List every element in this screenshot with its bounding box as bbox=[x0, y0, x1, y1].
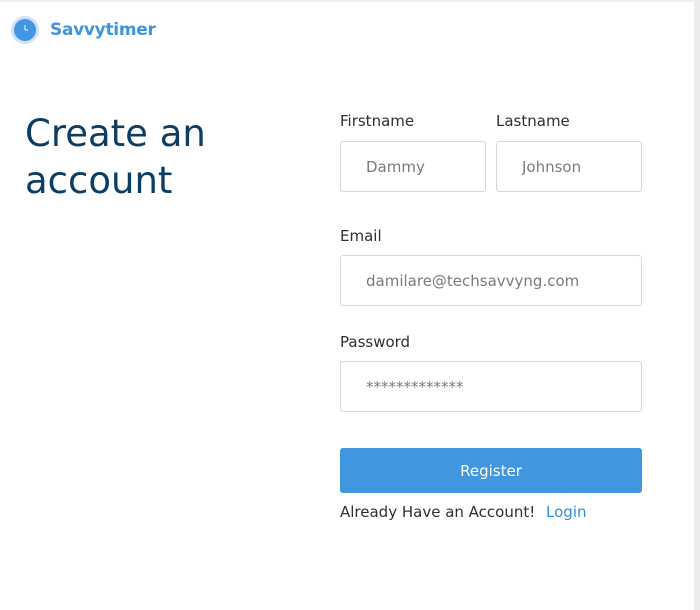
login-link[interactable]: Login bbox=[546, 503, 586, 521]
brand-logo[interactable]: Savvytimer bbox=[10, 15, 156, 45]
password-input[interactable] bbox=[340, 361, 642, 412]
password-label: Password bbox=[340, 333, 411, 351]
lastname-input[interactable] bbox=[496, 141, 642, 192]
email-input[interactable] bbox=[340, 255, 642, 306]
lastname-label: Lastname bbox=[496, 112, 570, 130]
scrollbar-track[interactable] bbox=[694, 0, 700, 610]
register-button[interactable]: Register bbox=[340, 448, 642, 493]
firstname-label: Firstname bbox=[340, 112, 415, 130]
brand-name: Savvytimer bbox=[50, 20, 156, 40]
firstname-input[interactable] bbox=[340, 141, 486, 192]
email-label: Email bbox=[340, 227, 382, 245]
page-title: Create an account bbox=[25, 112, 206, 202]
clock-icon bbox=[11, 16, 39, 44]
top-shadow-bar bbox=[0, 0, 700, 3]
login-prompt-text: Already Have an Account! bbox=[340, 503, 536, 521]
login-prompt: Already Have an Account! Login bbox=[340, 503, 587, 521]
